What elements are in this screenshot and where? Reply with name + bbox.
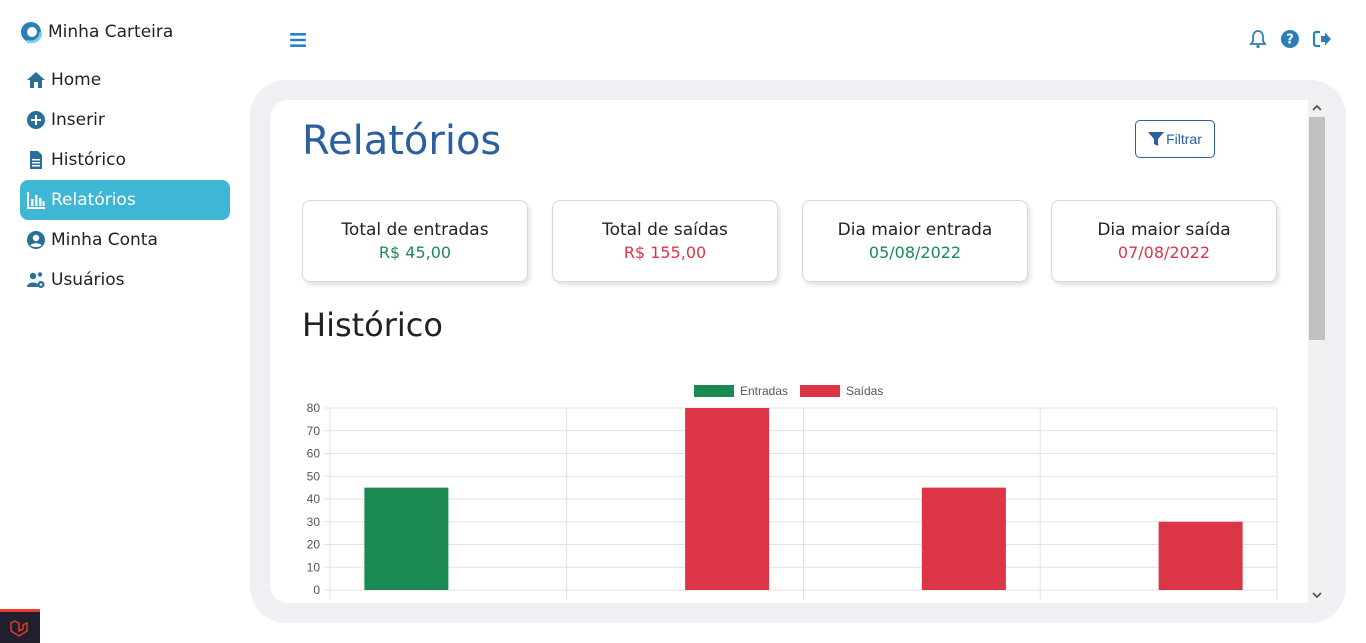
scroll-up-icon[interactable] bbox=[1310, 102, 1324, 114]
sidebar-item-inserir[interactable]: Inserir bbox=[20, 100, 230, 140]
sidebar-item-home[interactable]: Home bbox=[20, 60, 230, 100]
stat-label: Total de saídas bbox=[602, 220, 728, 240]
scroll-down-icon[interactable] bbox=[1310, 589, 1324, 601]
sidebar-item-minha-conta[interactable]: Minha Conta bbox=[20, 220, 230, 260]
home-icon bbox=[27, 72, 45, 88]
stat-label: Dia maior saída bbox=[1097, 220, 1231, 240]
sidebar-item-label: Minha Conta bbox=[51, 230, 158, 250]
sidebar: Minha Carteira Home Inserir Histórico Re… bbox=[0, 0, 250, 643]
users-cog-icon bbox=[27, 272, 45, 288]
filter-icon bbox=[1148, 132, 1165, 146]
stat-card-total-entradas: Total de entradas R$ 45,00 bbox=[302, 200, 528, 282]
framework-logo-icon bbox=[10, 620, 28, 637]
y-tick-label: 50 bbox=[307, 469, 321, 483]
stat-card-total-saidas: Total de saídas R$ 155,00 bbox=[552, 200, 778, 282]
chart-bar-icon bbox=[27, 192, 45, 209]
framework-badge[interactable] bbox=[0, 609, 40, 643]
sidebar-nav: Home Inserir Histórico Relatórios Minha … bbox=[20, 60, 230, 300]
stat-value: 07/08/2022 bbox=[1117, 243, 1211, 262]
filter-button[interactable]: Filtrar bbox=[1135, 120, 1215, 158]
legend-swatch bbox=[694, 385, 734, 397]
bar-saídas bbox=[685, 408, 770, 590]
sidebar-item-label: Home bbox=[51, 70, 102, 90]
y-tick-label: 80 bbox=[307, 401, 321, 415]
bar-entradas bbox=[364, 487, 449, 590]
user-circle-icon bbox=[27, 231, 45, 249]
stat-value: R$ 45,00 bbox=[378, 243, 452, 262]
filter-button-label: Filtrar bbox=[1166, 131, 1202, 147]
menu-icon[interactable] bbox=[288, 30, 308, 50]
document-icon bbox=[30, 151, 42, 169]
stat-value: R$ 155,00 bbox=[623, 243, 707, 262]
wallet-logo-icon bbox=[20, 21, 42, 43]
help-icon[interactable]: ? bbox=[1280, 29, 1300, 49]
stat-label: Total de entradas bbox=[341, 220, 489, 240]
section-title: Histórico bbox=[302, 306, 443, 344]
legend-swatch bbox=[800, 385, 840, 397]
y-tick-label: 20 bbox=[307, 538, 321, 552]
brand[interactable]: Minha Carteira bbox=[20, 21, 173, 43]
history-bar-chart: 80 70 60 50 40 30 20 10 0 Entradas Saídas bbox=[307, 384, 1278, 600]
sidebar-item-label: Usuários bbox=[51, 270, 125, 290]
stat-card-dia-maior-saida: Dia maior saída 07/08/2022 bbox=[1051, 200, 1277, 282]
bar-saídas bbox=[921, 487, 1006, 590]
sidebar-item-historico[interactable]: Histórico bbox=[20, 140, 230, 180]
sidebar-item-usuarios[interactable]: Usuários bbox=[20, 260, 230, 300]
stat-card-dia-maior-entrada: Dia maior entrada 05/08/2022 bbox=[802, 200, 1028, 282]
svg-text:?: ? bbox=[1286, 33, 1294, 48]
y-tick-label: 70 bbox=[307, 424, 321, 438]
logout-icon[interactable] bbox=[1312, 29, 1332, 49]
sidebar-item-label: Relatórios bbox=[51, 190, 136, 210]
bar-saídas bbox=[1158, 521, 1243, 590]
y-tick-label: 30 bbox=[307, 515, 321, 529]
report-card: Relatórios Filtrar Total de entradas R$ … bbox=[270, 100, 1326, 603]
app-name: Minha Carteira bbox=[48, 22, 174, 42]
sidebar-item-label: Inserir bbox=[51, 110, 105, 130]
header-actions: ? bbox=[1248, 29, 1332, 49]
y-tick-label: 40 bbox=[307, 492, 321, 506]
y-tick-label: 60 bbox=[307, 447, 321, 461]
legend-label: Entradas bbox=[740, 384, 788, 398]
y-tick-label: 0 bbox=[313, 583, 320, 597]
page-title: Relatórios bbox=[302, 118, 502, 164]
y-tick-label: 10 bbox=[307, 560, 321, 574]
plus-circle-icon bbox=[27, 111, 45, 129]
sidebar-item-label: Histórico bbox=[51, 150, 126, 170]
bell-icon[interactable] bbox=[1248, 29, 1268, 49]
scrollbar-thumb[interactable] bbox=[1309, 117, 1325, 340]
sidebar-item-relatorios[interactable]: Relatórios bbox=[20, 180, 230, 220]
stat-label: Dia maior entrada bbox=[837, 220, 993, 240]
legend-label: Saídas bbox=[846, 384, 883, 398]
stat-value: 05/08/2022 bbox=[868, 243, 962, 262]
